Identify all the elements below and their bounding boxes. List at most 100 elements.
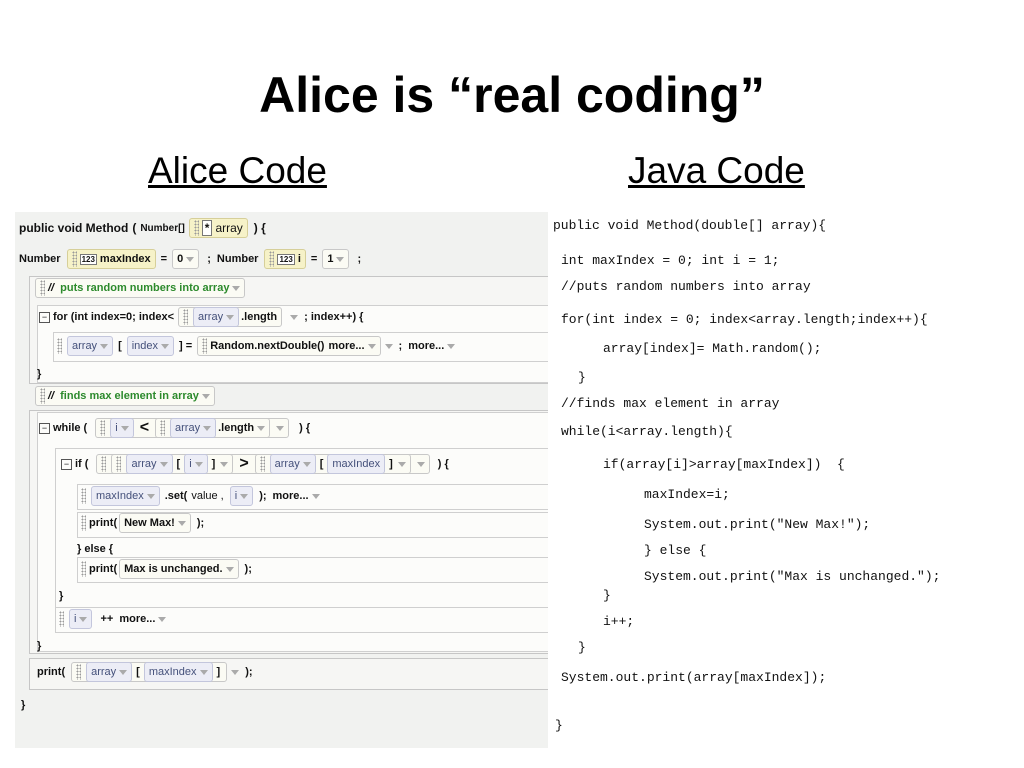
dropdown-arrow-icon[interactable]	[119, 669, 128, 675]
more-label[interactable]: more...	[408, 340, 444, 352]
grip-icon[interactable]	[100, 420, 106, 436]
for-condition-tile[interactable]: array .length	[178, 307, 283, 327]
dropdown-arrow-icon[interactable]	[100, 343, 109, 349]
maxindex-tile[interactable]: maxIndex	[327, 454, 386, 474]
length-label: .length	[241, 311, 278, 323]
if-close-brace: }	[59, 590, 64, 602]
more-label[interactable]: more...	[119, 613, 155, 625]
dropdown-arrow-icon[interactable]	[367, 343, 376, 349]
random-call-tile[interactable]: Random.nextDouble() more...	[197, 336, 381, 356]
dropdown-arrow-icon[interactable]	[201, 393, 210, 399]
grip-icon[interactable]	[81, 488, 86, 504]
grip-icon[interactable]	[71, 251, 77, 267]
grip-icon[interactable]	[101, 456, 107, 472]
array-maxindex-tile[interactable]: array [ maxIndex ]	[71, 662, 228, 682]
comment-finds-max[interactable]: // finds max element in array	[33, 385, 217, 407]
grip-icon[interactable]	[116, 456, 122, 472]
dropdown-arrow-icon[interactable]	[120, 425, 129, 431]
grip-icon[interactable]	[40, 280, 45, 296]
grip-icon[interactable]	[202, 338, 208, 354]
collapse-icon[interactable]: −	[39, 422, 50, 434]
dropdown-arrow-icon[interactable]	[225, 566, 234, 572]
dropdown-arrow-icon[interactable]	[146, 493, 155, 499]
comment-text: puts random numbers into array	[60, 282, 230, 294]
maxindex-tile[interactable]: maxIndex	[91, 486, 160, 506]
array-length-tile[interactable]: array .length	[155, 418, 271, 438]
dropdown-arrow-icon[interactable]	[257, 425, 266, 431]
dropdown-arrow-icon[interactable]	[158, 616, 167, 622]
dropdown-arrow-icon[interactable]	[159, 461, 168, 467]
param-tile[interactable]: * array	[188, 218, 248, 238]
grip-icon[interactable]	[81, 515, 86, 531]
grip-icon[interactable]	[160, 420, 166, 436]
maxindex-decl-tile[interactable]: 123 maxIndex	[66, 249, 156, 269]
array-tile[interactable]: array	[126, 454, 173, 474]
decl-value-1-tile[interactable]: 0	[172, 249, 200, 269]
decl-semi-2: ;	[357, 253, 362, 265]
array-tile[interactable]: array	[170, 418, 217, 438]
more-label[interactable]: more...	[328, 340, 364, 352]
maxindex-tile[interactable]: maxIndex	[143, 662, 213, 682]
i-tile[interactable]: i	[184, 454, 208, 474]
comment-puts-random[interactable]: // puts random numbers into array	[33, 277, 247, 299]
collapse-icon[interactable]: −	[39, 311, 50, 323]
array-i-tile[interactable]: array [ i ]	[111, 454, 234, 474]
dropdown-arrow-icon[interactable]	[203, 425, 212, 431]
while-keyword: while (	[53, 422, 88, 434]
dropdown-arrow-icon[interactable]	[226, 314, 235, 320]
array-tile[interactable]: array	[269, 454, 316, 474]
dropdown-arrow-icon[interactable]	[397, 461, 406, 467]
dropdown-arrow-icon[interactable]	[311, 493, 320, 499]
dropdown-arrow-icon[interactable]	[384, 343, 393, 349]
grip-icon[interactable]	[81, 561, 86, 577]
string-tile[interactable]: Max is unchanged.	[119, 559, 239, 579]
java-line: System.out.print("New Max!");	[644, 517, 871, 532]
collapse-icon[interactable]: −	[61, 458, 72, 470]
grip-icon[interactable]	[57, 338, 62, 354]
while-condition-tile[interactable]: i < array .length	[95, 418, 290, 438]
dropdown-arrow-icon[interactable]	[290, 314, 299, 320]
decl-value-2-tile[interactable]: 1	[322, 249, 350, 269]
dropdown-arrow-icon[interactable]	[186, 256, 195, 262]
array-tile[interactable]: array	[86, 662, 133, 682]
grip-icon[interactable]	[59, 611, 64, 627]
i-tile[interactable]: i	[69, 609, 93, 629]
dropdown-arrow-icon[interactable]	[79, 616, 88, 622]
java-line: array[index]= Math.random();	[603, 341, 822, 356]
grip-icon[interactable]	[183, 309, 189, 325]
array-maxindex-tile[interactable]: array [ maxIndex ]	[254, 454, 411, 474]
dropdown-arrow-icon[interactable]	[336, 256, 345, 262]
comment-tile[interactable]: // finds max element in array	[35, 386, 215, 406]
grip-icon[interactable]	[259, 456, 265, 472]
dropdown-arrow-icon[interactable]	[220, 461, 229, 467]
more-label[interactable]: more...	[273, 490, 309, 502]
i-tile[interactable]: i	[110, 418, 134, 438]
grip-icon[interactable]	[40, 388, 45, 404]
grip-icon[interactable]	[193, 220, 199, 236]
index-label: index	[131, 340, 159, 352]
dropdown-arrow-icon[interactable]	[447, 343, 456, 349]
array-tile[interactable]: array	[67, 336, 114, 356]
dropdown-arrow-icon[interactable]	[177, 520, 186, 526]
dropdown-arrow-icon[interactable]	[232, 285, 241, 291]
dropdown-arrow-icon[interactable]	[302, 461, 311, 467]
dropdown-arrow-icon[interactable]	[231, 669, 240, 675]
dropdown-arrow-icon[interactable]	[240, 493, 249, 499]
index-tile[interactable]: index	[126, 336, 175, 356]
dropdown-arrow-icon[interactable]	[194, 461, 203, 467]
dropdown-arrow-icon[interactable]	[161, 343, 170, 349]
i-tile[interactable]: i	[229, 486, 254, 506]
grip-icon[interactable]	[76, 664, 82, 680]
i-decl-tile[interactable]: 123 i	[264, 249, 306, 269]
dropdown-arrow-icon[interactable]	[199, 669, 208, 675]
comment-tile[interactable]: // puts random numbers into array	[35, 278, 246, 298]
dropdown-arrow-icon[interactable]	[416, 461, 425, 467]
close-paren-semi: );	[196, 517, 205, 529]
string-tile[interactable]: New Max!	[119, 513, 191, 533]
for-text-2: ; index++) {	[304, 311, 364, 323]
grip-icon[interactable]	[269, 251, 275, 267]
array-tile[interactable]: array	[193, 307, 240, 327]
dropdown-arrow-icon[interactable]	[276, 425, 285, 431]
if-condition-tile[interactable]: array [ i ] > array [ maxIndex ]	[96, 454, 430, 474]
java-line: i++;	[603, 614, 635, 629]
